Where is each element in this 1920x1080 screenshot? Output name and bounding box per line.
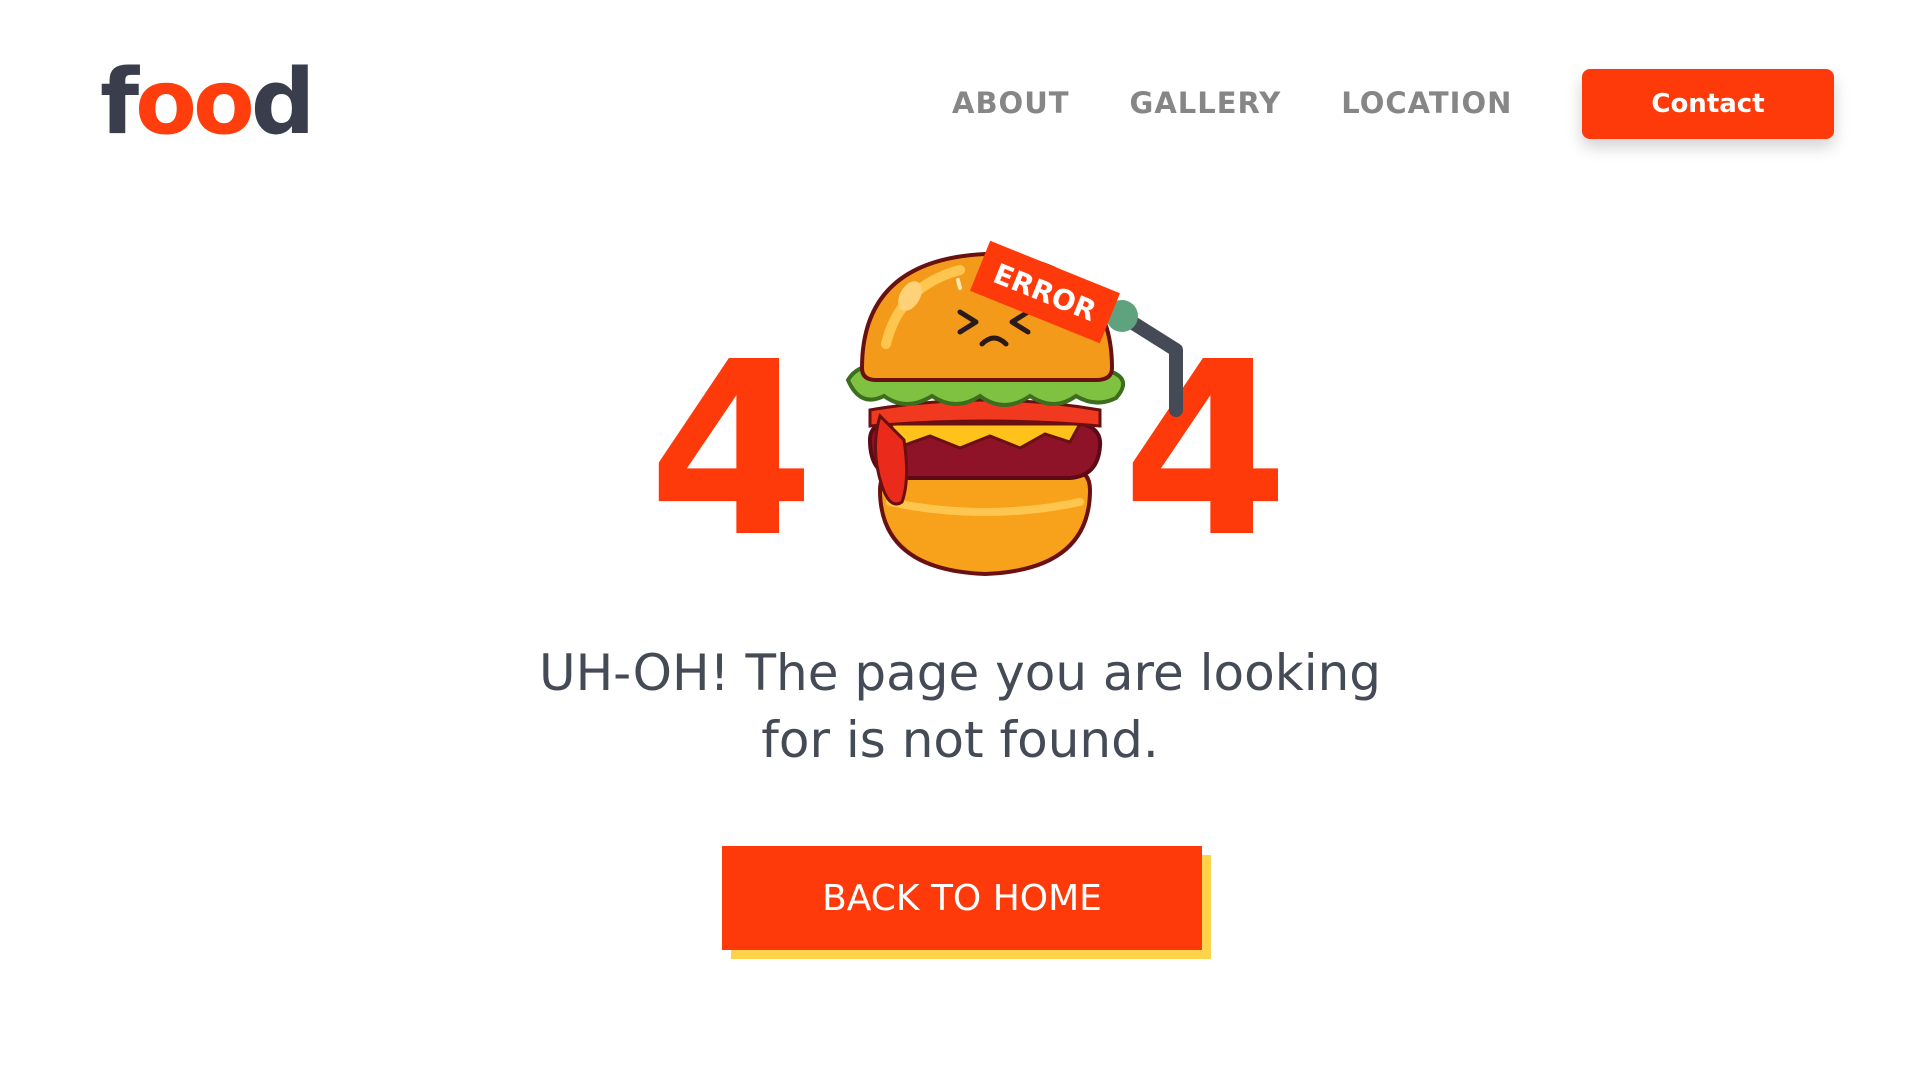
nav-link-location[interactable]: LOCATION xyxy=(1341,86,1512,120)
contact-button[interactable]: Contact xyxy=(1582,69,1834,139)
main-nav: ABOUT GALLERY LOCATION xyxy=(952,86,1512,120)
nav-link-gallery[interactable]: GALLERY xyxy=(1130,86,1282,120)
food-logo[interactable]: food xyxy=(100,58,315,148)
logo-letters-oo: oo xyxy=(135,50,255,155)
nav-link-about[interactable]: ABOUT xyxy=(952,86,1070,120)
message-line-2: for is not found. xyxy=(761,711,1159,769)
angry-burger-icon: ERROR xyxy=(845,240,1183,577)
not-found-message: UH-OH! The page you are looking for is n… xyxy=(460,640,1460,774)
error-digit-left: 4 xyxy=(648,310,815,590)
not-found-page: food ABOUT GALLERY LOCATION Contact 4 4 xyxy=(0,0,1920,1080)
message-line-1: UH-OH! The page you are looking xyxy=(538,644,1382,702)
logo-letter-d: d xyxy=(250,50,315,155)
logo-letter-f: f xyxy=(100,50,139,155)
back-to-home-button[interactable]: BACK TO HOME xyxy=(722,846,1202,950)
